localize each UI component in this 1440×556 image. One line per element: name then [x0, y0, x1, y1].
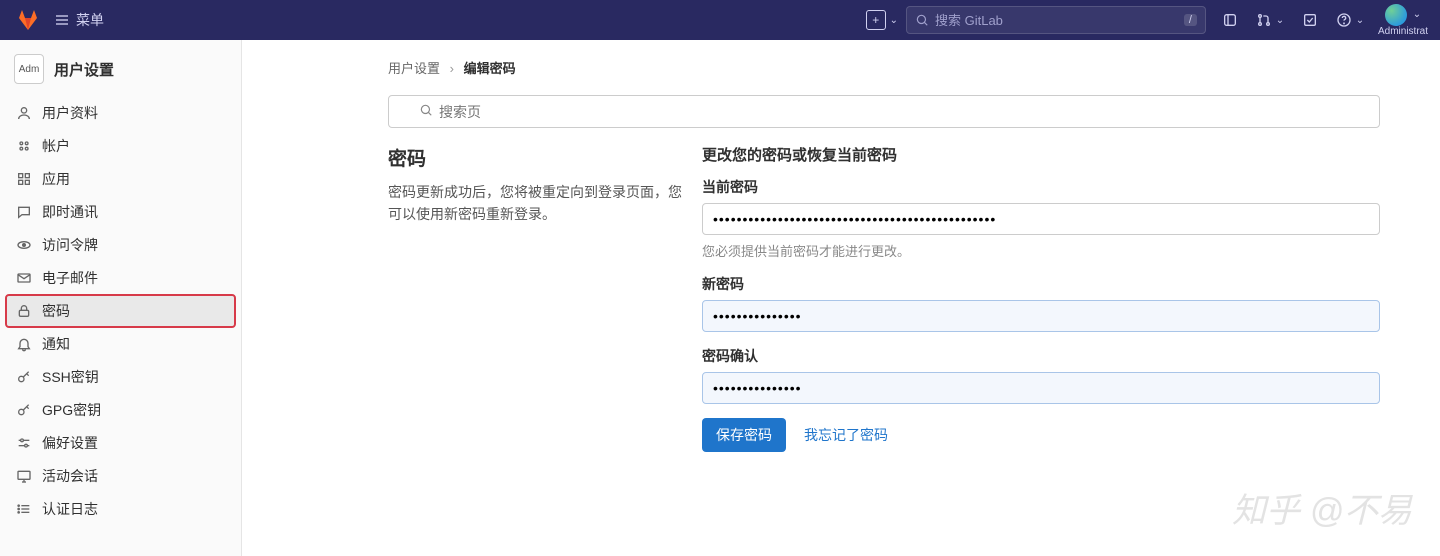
apps-icon: [16, 171, 32, 187]
sidebar-item-label: 认证日志: [42, 499, 98, 519]
user-icon: [16, 105, 32, 121]
breadcrumb-separator: ›: [450, 61, 454, 76]
sidebar-item-label: 帐户: [42, 136, 70, 156]
sidebar-item-label: GPG密钥: [42, 400, 101, 420]
todos-icon[interactable]: [1294, 4, 1326, 36]
sidebar-item-label: 电子邮件: [42, 268, 98, 288]
current-password-label: 当前密码: [702, 177, 1380, 197]
sliders-icon: [16, 435, 32, 451]
search-icon: [419, 103, 433, 120]
key-icon: [16, 402, 32, 418]
mail-icon: [16, 270, 32, 286]
sidebar-item-5[interactable]: 电子邮件: [6, 262, 235, 294]
sidebar-item-label: 活动会话: [42, 466, 98, 486]
page-search-input[interactable]: [439, 104, 1369, 120]
sidebar-item-12[interactable]: 认证日志: [6, 493, 235, 525]
section-heading: 密码: [388, 144, 682, 171]
sidebar-item-1[interactable]: 帐户: [6, 130, 235, 162]
breadcrumb: 用户设置 › 编辑密码: [388, 58, 1380, 77]
global-search-input[interactable]: [935, 13, 1178, 28]
sidebar-item-label: 访问令牌: [42, 235, 98, 255]
list-icon: [16, 501, 32, 517]
confirm-password-label: 密码确认: [702, 346, 1380, 366]
new-password-label: 新密码: [702, 274, 1380, 294]
global-search[interactable]: /: [906, 6, 1206, 34]
breadcrumb-parent[interactable]: 用户设置: [388, 61, 440, 76]
sidebar: Adm 用户设置 用户资料帐户应用即时通讯访问令牌电子邮件密码通知 SSH密钥 GP…: [0, 40, 242, 556]
menu-button[interactable]: 菜单: [48, 6, 110, 34]
chevron-down-icon: ⌄: [1356, 15, 1364, 26]
sidebar-item-0[interactable]: 用户资料: [6, 97, 235, 129]
sidebar-item-3[interactable]: 即时通讯: [6, 196, 235, 228]
sidebar-item-8[interactable]: SSH密钥: [6, 361, 235, 393]
new-password-input[interactable]: [702, 300, 1380, 332]
search-icon: [915, 13, 929, 27]
chevron-down-icon: ⌄: [1413, 9, 1421, 20]
monitor-icon: [16, 468, 32, 484]
forgot-password-link[interactable]: 我忘记了密码: [804, 425, 888, 445]
chevron-down-icon: ⌄: [890, 15, 898, 26]
main-content: 用户设置 › 编辑密码 密码 密码更新成功后，您将被重定向到登录页面，您可以使用…: [242, 40, 1440, 556]
token-icon: [16, 237, 32, 253]
section-subheading: 更改您的密码或恢复当前密码: [702, 144, 1380, 165]
sidebar-item-label: 偏好设置: [42, 433, 98, 453]
issues-icon[interactable]: [1214, 4, 1246, 36]
sidebar-item-label: SSH密钥: [42, 367, 99, 387]
create-dropdown[interactable]: + ⌄: [866, 4, 898, 36]
chat-icon: [16, 204, 32, 220]
current-password-input[interactable]: [702, 203, 1380, 235]
chevron-down-icon: ⌄: [1276, 15, 1284, 26]
sidebar-item-2[interactable]: 应用: [6, 163, 235, 195]
bell-icon: [16, 336, 32, 352]
key-icon: [16, 369, 32, 385]
sidebar-item-11[interactable]: 活动会话: [6, 460, 235, 492]
help-icon[interactable]: ⌄: [1334, 4, 1366, 36]
merge-requests-icon[interactable]: ⌄: [1254, 4, 1286, 36]
sidebar-item-4[interactable]: 访问令牌: [6, 229, 235, 261]
gitlab-logo-icon[interactable]: [16, 8, 40, 32]
save-password-button[interactable]: 保存密码: [702, 418, 786, 452]
sidebar-item-7[interactable]: 通知: [6, 328, 235, 360]
sidebar-item-label: 用户资料: [42, 103, 98, 123]
breadcrumb-current: 编辑密码: [464, 61, 516, 76]
sidebar-header: Adm 用户设置: [6, 48, 235, 96]
sidebar-item-label: 密码: [42, 301, 70, 321]
top-navbar: 菜单 + ⌄ / ⌄ ⌄ ⌄ Administrat: [0, 0, 1440, 40]
sidebar-avatar: Adm: [14, 54, 44, 84]
sidebar-item-9[interactable]: GPG密钥: [6, 394, 235, 426]
search-shortcut-badge: /: [1184, 14, 1197, 26]
sidebar-item-label: 应用: [42, 169, 70, 189]
gear-icon: [16, 138, 32, 154]
sidebar-item-10[interactable]: 偏好设置: [6, 427, 235, 459]
current-password-hint: 您必须提供当前密码才能进行更改。: [702, 241, 1380, 260]
lock-icon: [16, 303, 32, 319]
plus-icon: +: [866, 10, 886, 30]
sidebar-item-6[interactable]: 密码: [6, 295, 235, 327]
confirm-password-input[interactable]: [702, 372, 1380, 404]
page-search-box[interactable]: [388, 95, 1380, 128]
user-menu[interactable]: ⌄ Administrat: [1374, 4, 1432, 37]
sidebar-item-label: 通知: [42, 334, 70, 354]
user-avatar-icon: [1385, 4, 1407, 26]
section-description: 密码更新成功后，您将被重定向到登录页面，您可以使用新密码重新登录。: [388, 181, 682, 226]
menu-label: 菜单: [76, 10, 104, 30]
user-label: Administrat: [1378, 26, 1428, 37]
sidebar-title: 用户设置: [54, 59, 114, 80]
sidebar-item-label: 即时通讯: [42, 202, 98, 222]
